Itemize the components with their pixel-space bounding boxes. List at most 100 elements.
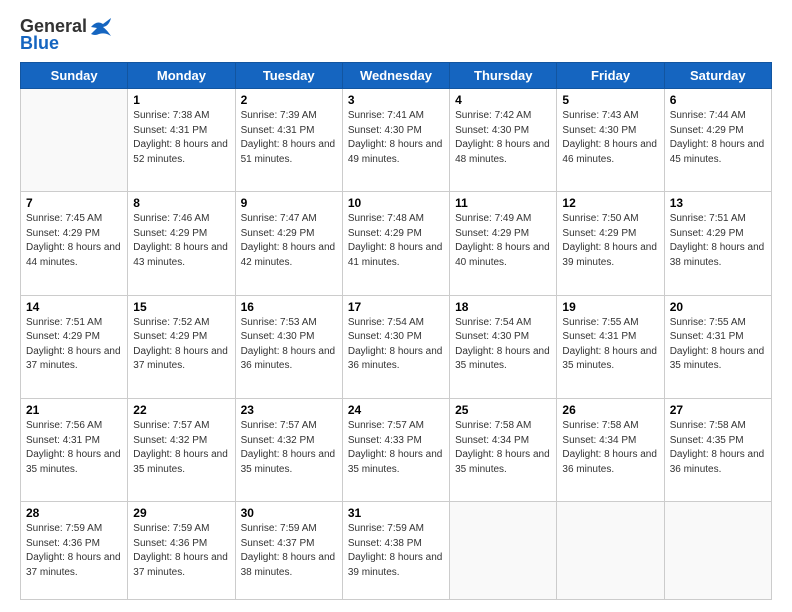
day-number: 24: [348, 403, 444, 417]
day-info: Sunrise: 7:47 AMSunset: 4:29 PMDaylight:…: [241, 212, 337, 270]
logo-bird-icon: [89, 18, 111, 36]
day-info: Sunrise: 7:59 AMSunset: 4:37 PMDaylight:…: [241, 522, 337, 580]
day-number: 8: [133, 196, 229, 210]
week-row-2: 7 Sunrise: 7:45 AMSunset: 4:29 PMDaylight…: [21, 192, 772, 295]
day-info: Sunrise: 7:49 AMSunset: 4:29 PMDaylight:…: [455, 212, 551, 270]
day-number: 13: [670, 196, 766, 210]
calendar-cell: 8Sunrise: 7:46 AMSunset: 4:29 PMDaylight…: [128, 192, 235, 295]
calendar-cell: 28 Sunrise: 7:59 AMSunset: 4:36 PMDayligh…: [21, 502, 128, 600]
week-row-5: 28 Sunrise: 7:59 AMSunset: 4:36 PMDayligh…: [21, 502, 772, 600]
day-info: Sunrise: 7:54 AMSunset: 4:30 PMDaylight:…: [348, 316, 444, 374]
week-row-1: 1Sunrise: 7:38 AMSunset: 4:31 PMDaylight…: [21, 89, 772, 192]
day-header-saturday: Saturday: [664, 63, 771, 89]
day-info: Sunrise: 7:56 AMSunset: 4:31 PMDaylight:…: [26, 419, 122, 477]
calendar-cell: 22Sunrise: 7:57 AMSunset: 4:32 PMDayligh…: [128, 399, 235, 502]
day-info: Sunrise: 7:58 AMSunset: 4:35 PMDaylight:…: [670, 419, 766, 477]
day-number: 7: [26, 196, 122, 210]
day-info: Sunrise: 7:41 AMSunset: 4:30 PMDaylight:…: [348, 109, 444, 167]
day-number: 5: [562, 93, 658, 107]
calendar-cell: 15 Sunrise: 7:52 AMSunset: 4:29 PMDayligh…: [128, 295, 235, 398]
calendar-cell: 19 Sunrise: 7:55 AMSunset: 4:31 PMDayligh…: [557, 295, 664, 398]
day-number: 30: [241, 506, 337, 520]
calendar-cell: 26 Sunrise: 7:58 AMSunset: 4:34 PMDayligh…: [557, 399, 664, 502]
day-header-sunday: Sunday: [21, 63, 128, 89]
calendar-cell: 3Sunrise: 7:41 AMSunset: 4:30 PMDaylight…: [342, 89, 449, 192]
calendar-cell: 23Sunrise: 7:57 AMSunset: 4:32 PMDayligh…: [235, 399, 342, 502]
day-number: 18: [455, 300, 551, 314]
day-number: 11: [455, 196, 551, 210]
calendar-cell: 12 Sunrise: 7:50 AMSunset: 4:29 PMDayligh…: [557, 192, 664, 295]
calendar-cell: 25Sunrise: 7:58 AMSunset: 4:34 PMDayligh…: [450, 399, 557, 502]
calendar-cell: 11 Sunrise: 7:49 AMSunset: 4:29 PMDayligh…: [450, 192, 557, 295]
day-header-friday: Friday: [557, 63, 664, 89]
day-info: Sunrise: 7:55 AMSunset: 4:31 PMDaylight:…: [562, 316, 658, 374]
day-number: 17: [348, 300, 444, 314]
day-info: Sunrise: 7:51 AMSunset: 4:29 PMDaylight:…: [670, 212, 766, 270]
day-info: Sunrise: 7:39 AMSunset: 4:31 PMDaylight:…: [241, 109, 337, 167]
calendar-cell: 6 Sunrise: 7:44 AMSunset: 4:29 PMDaylight…: [664, 89, 771, 192]
day-info: Sunrise: 7:58 AMSunset: 4:34 PMDaylight:…: [455, 419, 551, 477]
calendar-cell: 2 Sunrise: 7:39 AMSunset: 4:31 PMDaylight…: [235, 89, 342, 192]
day-number: 12: [562, 196, 658, 210]
day-info: Sunrise: 7:48 AMSunset: 4:29 PMDaylight:…: [348, 212, 444, 270]
day-number: 6: [670, 93, 766, 107]
calendar-cell: 9 Sunrise: 7:47 AMSunset: 4:29 PMDaylight…: [235, 192, 342, 295]
day-number: 20: [670, 300, 766, 314]
calendar-cell: [450, 502, 557, 600]
day-info: Sunrise: 7:59 AMSunset: 4:36 PMDaylight:…: [133, 522, 229, 580]
calendar-cell: 1Sunrise: 7:38 AMSunset: 4:31 PMDaylight…: [128, 89, 235, 192]
calendar-cell: 5 Sunrise: 7:43 AMSunset: 4:30 PMDaylight…: [557, 89, 664, 192]
calendar-cell: 24 Sunrise: 7:57 AMSunset: 4:33 PMDayligh…: [342, 399, 449, 502]
day-number: 19: [562, 300, 658, 314]
calendar-cell: 13 Sunrise: 7:51 AMSunset: 4:29 PMDayligh…: [664, 192, 771, 295]
calendar-cell: 4Sunrise: 7:42 AMSunset: 4:30 PMDaylight…: [450, 89, 557, 192]
day-number: 26: [562, 403, 658, 417]
calendar-cell: 29 Sunrise: 7:59 AMSunset: 4:36 PMDayligh…: [128, 502, 235, 600]
calendar-table: SundayMondayTuesdayWednesdayThursdayFrid…: [20, 62, 772, 600]
logo-text-blue: Blue: [20, 33, 59, 54]
day-header-wednesday: Wednesday: [342, 63, 449, 89]
calendar-cell: 18 Sunrise: 7:54 AMSunset: 4:30 PMDayligh…: [450, 295, 557, 398]
calendar-cell: 27Sunrise: 7:58 AMSunset: 4:35 PMDayligh…: [664, 399, 771, 502]
day-header-thursday: Thursday: [450, 63, 557, 89]
calendar-cell: 20Sunrise: 7:55 AMSunset: 4:31 PMDayligh…: [664, 295, 771, 398]
day-number: 15: [133, 300, 229, 314]
calendar-cell: 7 Sunrise: 7:45 AMSunset: 4:29 PMDaylight…: [21, 192, 128, 295]
day-info: Sunrise: 7:38 AMSunset: 4:31 PMDaylight:…: [133, 109, 229, 167]
day-info: Sunrise: 7:51 AMSunset: 4:29 PMDaylight:…: [26, 316, 122, 374]
day-info: Sunrise: 7:45 AMSunset: 4:29 PMDaylight:…: [26, 212, 122, 270]
calendar-cell: 31 Sunrise: 7:59 AMSunset: 4:38 PMDayligh…: [342, 502, 449, 600]
calendar-cell: 21 Sunrise: 7:56 AMSunset: 4:31 PMDayligh…: [21, 399, 128, 502]
day-number: 14: [26, 300, 122, 314]
day-info: Sunrise: 7:50 AMSunset: 4:29 PMDaylight:…: [562, 212, 658, 270]
calendar-cell: 16 Sunrise: 7:53 AMSunset: 4:30 PMDayligh…: [235, 295, 342, 398]
day-info: Sunrise: 7:52 AMSunset: 4:29 PMDaylight:…: [133, 316, 229, 374]
day-number: 9: [241, 196, 337, 210]
day-number: 29: [133, 506, 229, 520]
day-number: 21: [26, 403, 122, 417]
day-info: Sunrise: 7:58 AMSunset: 4:34 PMDaylight:…: [562, 419, 658, 477]
logo: General Blue: [20, 16, 111, 54]
day-info: Sunrise: 7:53 AMSunset: 4:30 PMDaylight:…: [241, 316, 337, 374]
week-row-3: 14 Sunrise: 7:51 AMSunset: 4:29 PMDayligh…: [21, 295, 772, 398]
day-number: 31: [348, 506, 444, 520]
day-number: 4: [455, 93, 551, 107]
calendar-cell: [664, 502, 771, 600]
calendar-cell: 17 Sunrise: 7:54 AMSunset: 4:30 PMDayligh…: [342, 295, 449, 398]
day-header-monday: Monday: [128, 63, 235, 89]
calendar-cell: 30 Sunrise: 7:59 AMSunset: 4:37 PMDayligh…: [235, 502, 342, 600]
day-info: Sunrise: 7:44 AMSunset: 4:29 PMDaylight:…: [670, 109, 766, 167]
days-header-row: SundayMondayTuesdayWednesdayThursdayFrid…: [21, 63, 772, 89]
day-info: Sunrise: 7:54 AMSunset: 4:30 PMDaylight:…: [455, 316, 551, 374]
day-info: Sunrise: 7:57 AMSunset: 4:33 PMDaylight:…: [348, 419, 444, 477]
day-info: Sunrise: 7:43 AMSunset: 4:30 PMDaylight:…: [562, 109, 658, 167]
day-info: Sunrise: 7:59 AMSunset: 4:36 PMDaylight:…: [26, 522, 122, 580]
day-info: Sunrise: 7:59 AMSunset: 4:38 PMDaylight:…: [348, 522, 444, 580]
calendar-cell: 10Sunrise: 7:48 AMSunset: 4:29 PMDayligh…: [342, 192, 449, 295]
day-number: 16: [241, 300, 337, 314]
calendar-page: General Blue SundayMondayTuesdayWednesda…: [0, 0, 792, 612]
day-info: Sunrise: 7:57 AMSunset: 4:32 PMDaylight:…: [241, 419, 337, 477]
week-row-4: 21 Sunrise: 7:56 AMSunset: 4:31 PMDayligh…: [21, 399, 772, 502]
day-number: 2: [241, 93, 337, 107]
day-number: 28: [26, 506, 122, 520]
